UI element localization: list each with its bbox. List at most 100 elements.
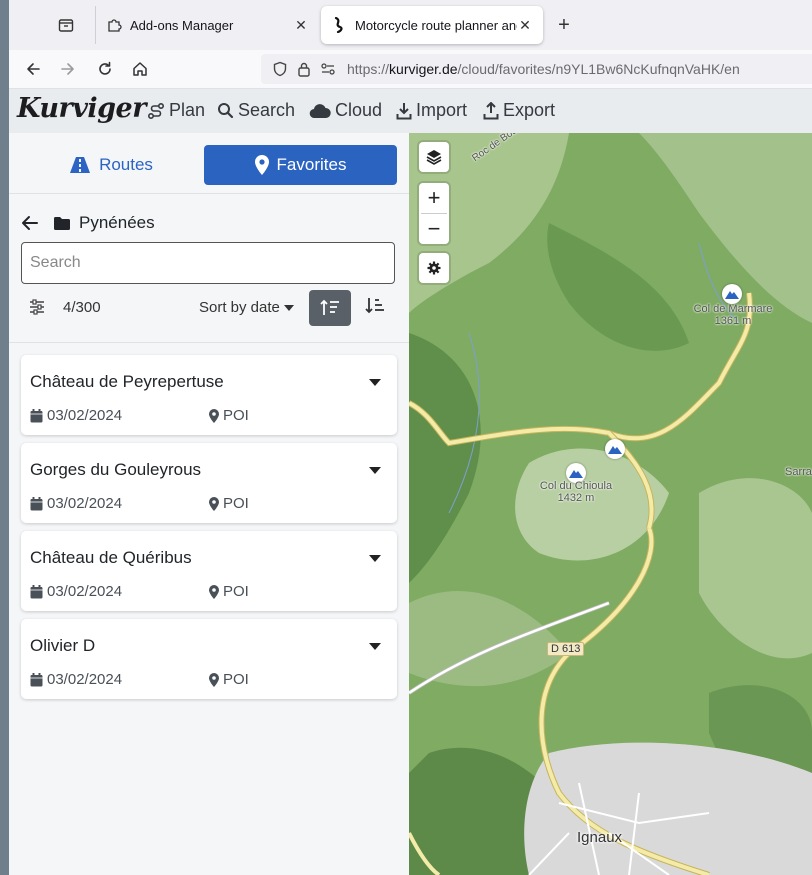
layers-control[interactable] (419, 142, 449, 172)
firefox-view-icon[interactable] (55, 14, 77, 36)
menu-export[interactable]: Export (483, 100, 555, 121)
new-tab-button[interactable]: + (554, 14, 574, 36)
favorite-date: 03/02/2024 (30, 495, 122, 512)
caret-down-icon[interactable] (369, 555, 381, 562)
sliders-icon[interactable] (29, 299, 45, 320)
sort-dropdown[interactable]: Sort by date (199, 299, 294, 316)
back-arrow-icon[interactable] (21, 215, 39, 231)
reload-icon[interactable] (93, 57, 117, 81)
mountain-pass-icon[interactable] (605, 439, 625, 459)
address-bar[interactable]: https://kurviger.de/cloud/favorites/n9YL… (261, 54, 812, 84)
road-label-d613: D 613 (547, 642, 585, 656)
tab-routes-label: Routes (99, 155, 153, 174)
favorite-title: Gorges du Gouleyrous (30, 460, 202, 479)
search-input[interactable] (21, 242, 395, 284)
favorite-title: Olivier D (30, 636, 96, 655)
nav-bar: https://kurviger.de/cloud/favorites/n9YL… (9, 50, 812, 89)
route-icon (147, 102, 165, 119)
list-controls: 4/300 Sort by date (21, 290, 397, 326)
map-marker-icon (209, 408, 219, 423)
breadcrumb: Pynénées (21, 213, 155, 233)
town-label-ignaux: Ignaux (577, 829, 623, 846)
favorite-type: POI (209, 407, 249, 424)
app-header: Kurviger Plan Search Cloud Import Export (9, 89, 812, 133)
shield-icon[interactable] (271, 60, 289, 78)
tab-title: Motorcycle route planner and n (355, 17, 517, 33)
kurviger-logo[interactable]: Kurviger (17, 93, 146, 124)
favorite-card[interactable]: Gorges du Gouleyrous 03/02/2024 POI (21, 443, 397, 523)
favorite-title: Château de Peyrepertuse (30, 372, 224, 391)
calendar-icon (30, 496, 43, 510)
download-icon (396, 102, 412, 119)
favorite-date: 03/02/2024 (30, 407, 122, 424)
favorite-card[interactable]: Château de Peyrepertuse 03/02/2024 POI (21, 355, 397, 435)
menu-plan[interactable]: Plan (147, 100, 205, 121)
zoom-out-button[interactable]: − (419, 214, 449, 244)
menu-search[interactable]: Search (217, 100, 295, 121)
mountain-pass-icon[interactable] (722, 284, 742, 304)
caret-down-icon[interactable] (369, 643, 381, 650)
home-icon[interactable] (128, 57, 152, 81)
tab-title: Add-ons Manager (130, 17, 234, 33)
cloud-icon (309, 103, 331, 118)
layers-icon[interactable] (419, 142, 449, 172)
menu-import-label: Import (416, 100, 468, 120)
sort-descending-button[interactable] (309, 290, 351, 326)
calendar-icon (30, 408, 43, 422)
divider (9, 342, 409, 343)
caret-down-icon (283, 304, 294, 311)
divider (9, 193, 409, 194)
map-marker-icon (209, 584, 219, 599)
menu-search-label: Search (238, 100, 296, 120)
tab-routes[interactable]: Routes (21, 145, 201, 185)
map-view[interactable]: + − Col de Marmare 1361 m Col du Chioula 1… (409, 133, 812, 875)
caret-down-icon[interactable] (369, 379, 381, 386)
search-icon (218, 103, 234, 119)
zoom-control: + − (419, 183, 449, 244)
favorite-type: POI (209, 671, 249, 688)
menu-cloud[interactable]: Cloud (309, 100, 382, 121)
puzzle-icon (106, 17, 122, 33)
menu-import[interactable]: Import (396, 100, 467, 121)
sort-label: Sort by date (199, 299, 280, 316)
permissions-icon[interactable] (319, 60, 337, 78)
map-label-edge: Sarra (785, 466, 812, 478)
favorite-card[interactable]: Château de Quéribus 03/02/2024 POI (21, 531, 397, 611)
gear-icon[interactable] (419, 253, 449, 283)
favorite-card[interactable]: Olivier D 03/02/2024 POI (21, 619, 397, 699)
menu-export-label: Export (503, 100, 556, 120)
tab-addons-manager[interactable]: Add-ons Manager ✕ (95, 6, 319, 44)
side-panel: Routes Favorites Pynénées 4/300 Sort by … (9, 133, 410, 875)
favorites-count: 4/300 (63, 299, 101, 316)
favorite-date: 03/02/2024 (30, 583, 122, 600)
menu-cloud-label: Cloud (335, 100, 383, 120)
back-arrow-icon[interactable] (21, 57, 45, 81)
favorite-date: 03/02/2024 (30, 671, 122, 688)
menu-plan-label: Plan (169, 100, 206, 120)
caret-down-icon[interactable] (369, 467, 381, 474)
map-settings-control[interactable] (419, 253, 449, 283)
map-label-col-marmare: Col de Marmare 1361 m (693, 303, 773, 327)
favorite-title: Château de Quéribus (30, 548, 192, 567)
folder-icon (54, 216, 70, 230)
tab-favorites[interactable]: Favorites (204, 145, 397, 185)
zoom-in-button[interactable]: + (419, 183, 449, 213)
url-text[interactable]: https://kurviger.de/cloud/favorites/n9YL… (347, 61, 740, 77)
close-tab-icon[interactable]: ✕ (293, 17, 309, 34)
terrain-map[interactable] (409, 133, 812, 875)
map-marker-icon (209, 496, 219, 511)
tab-favorites-label: Favorites (276, 155, 347, 174)
map-label-col-chioula: Col du Chioula 1432 m (539, 480, 613, 504)
sort-descending-icon (320, 299, 339, 315)
calendar-icon (30, 584, 43, 598)
calendar-icon (30, 672, 43, 686)
map-marker-icon (209, 672, 219, 687)
map-marker-icon (254, 155, 269, 175)
close-tab-icon[interactable]: ✕ (517, 17, 533, 34)
lock-icon[interactable] (295, 60, 313, 78)
road-icon (70, 157, 91, 173)
tab-kurviger[interactable]: Motorcycle route planner and n ✕ (321, 6, 543, 44)
forward-arrow-icon[interactable] (56, 57, 80, 81)
upload-icon (483, 101, 499, 119)
sort-ascending-icon[interactable] (365, 296, 385, 319)
